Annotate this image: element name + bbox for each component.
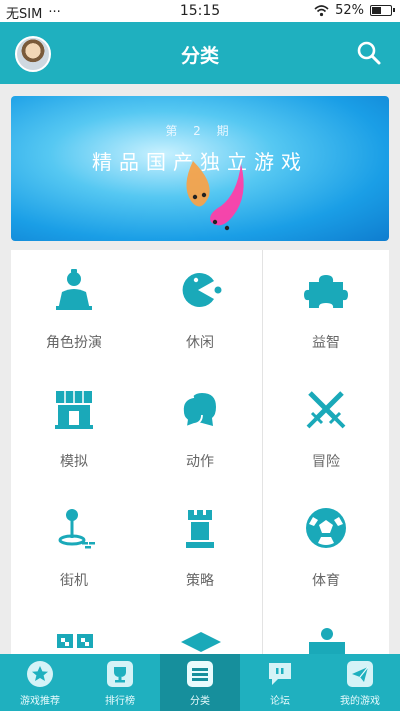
category-label: 益智	[312, 335, 340, 351]
nav-label: 游戏推荐	[20, 696, 60, 707]
crossed-swords-icon	[306, 391, 346, 429]
reading-person-icon	[309, 628, 345, 654]
soccer-ball-icon	[306, 508, 346, 548]
category-sports[interactable]: 体育	[263, 488, 389, 607]
category-label: 角色扮演	[46, 335, 102, 351]
status-bar: 无SIM ··· 15:15 52%	[0, 0, 400, 22]
star-icon	[27, 661, 53, 687]
category-adventure[interactable]: 冒险	[263, 369, 389, 488]
category-strategy[interactable]: 策略	[137, 488, 263, 607]
app-bar: 分类	[0, 22, 400, 84]
battery-icon	[370, 5, 395, 16]
category-arcade[interactable]: 街机	[11, 488, 137, 607]
search-icon[interactable]	[356, 40, 382, 66]
nav-item-my-games[interactable]: 我的游戏	[320, 654, 400, 711]
promo-banner[interactable]: 第 2 期 精品国产独立游戏	[11, 96, 389, 241]
nav-item-recommended[interactable]: 游戏推荐	[0, 654, 80, 711]
battery-percent: 52%	[335, 3, 364, 18]
shop-icon	[55, 391, 93, 429]
list-icon	[187, 661, 213, 687]
checkered-flags-icon	[57, 634, 93, 648]
category-label: 休闲	[186, 335, 214, 351]
person-icon	[56, 269, 92, 310]
category-role-playing[interactable]: 角色扮演	[11, 250, 137, 369]
heads-icon	[182, 393, 216, 429]
joystick-icon	[58, 509, 95, 549]
nav-item-ranking[interactable]: 排行榜	[80, 654, 160, 711]
category-action[interactable]: 动作	[137, 369, 263, 488]
nav-label: 分类	[190, 696, 210, 707]
category-label: 动作	[186, 454, 214, 470]
category-puzzle[interactable]: 益智	[263, 250, 389, 369]
nav-item-category[interactable]: 分类	[160, 654, 240, 711]
nav-label: 我的游戏	[340, 696, 380, 707]
fish-illustration	[186, 161, 244, 231]
nav-item-forum[interactable]: 论坛	[240, 654, 320, 711]
nav-label: 论坛	[270, 696, 290, 707]
pacman-icon	[182, 273, 222, 307]
graduation-cap-icon	[181, 632, 221, 652]
trophy-icon	[107, 661, 133, 687]
category-grid: 角色扮演 休闲 益智 模拟 动作 冒险 街机 策略 体育	[11, 250, 389, 654]
category-label: 街机	[60, 573, 88, 589]
category-label: 体育	[312, 573, 340, 589]
bottom-nav: 游戏推荐 排行榜 分类 论坛 我的游戏	[0, 654, 400, 711]
page-title: 分类	[180, 45, 219, 67]
wifi-icon	[314, 4, 329, 16]
rook-icon	[186, 510, 214, 548]
category-casual[interactable]: 休闲	[137, 250, 263, 369]
category-label: 策略	[186, 573, 214, 589]
category-label: 模拟	[60, 454, 88, 470]
category-simulation[interactable]: 模拟	[11, 369, 137, 488]
category-label: 冒险	[312, 454, 340, 470]
paper-plane-icon	[347, 661, 373, 687]
chat-icon	[269, 663, 291, 685]
nav-label: 排行榜	[105, 696, 135, 707]
puzzle-icon	[304, 275, 348, 308]
banner-subtitle: 第 2 期	[165, 124, 235, 138]
